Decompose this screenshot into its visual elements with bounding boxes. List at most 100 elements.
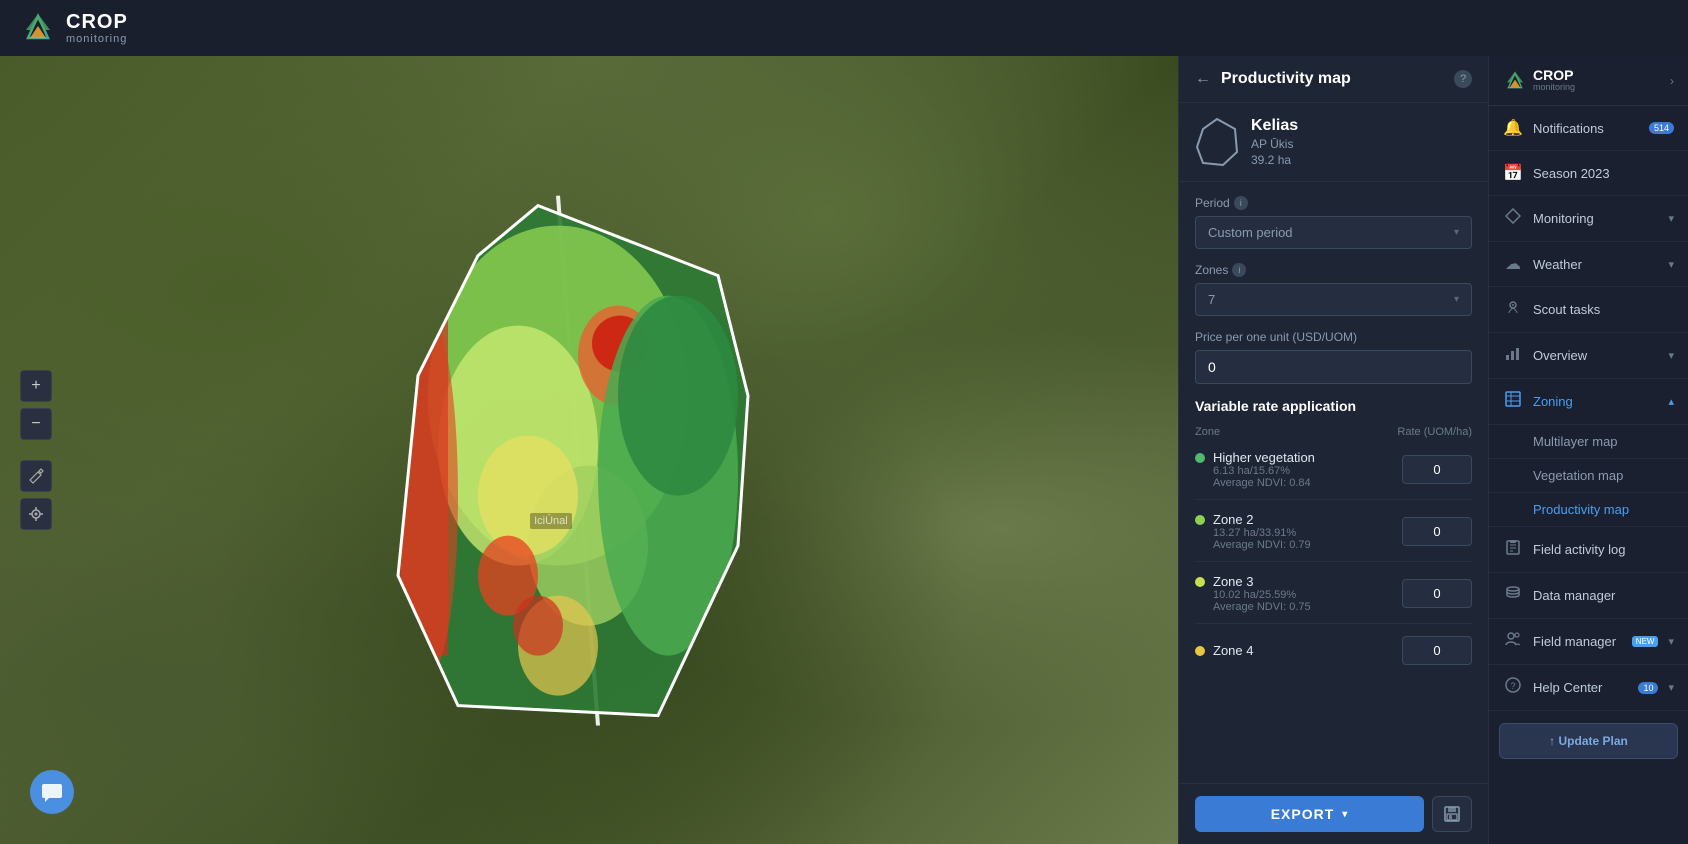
zone-info: Zone 4 — [1213, 643, 1253, 658]
sidebar-item-help-center[interactable]: ? Help Center 10 ▾ — [1489, 665, 1688, 711]
sidebar-monitoring-label: monitoring — [1533, 83, 1575, 93]
sidebar-item-label: Notifications — [1533, 121, 1639, 136]
sidebar-item-field-activity-log[interactable]: Field activity log — [1489, 527, 1688, 573]
zones-chevron-icon: ▾ — [1454, 294, 1459, 305]
update-plan-button[interactable]: ↑ Update Plan — [1499, 723, 1678, 759]
sidebar-item-label: Scout tasks — [1533, 302, 1674, 317]
sidebar-item-monitoring[interactable]: Monitoring ▾ — [1489, 196, 1688, 242]
zones-info-icon[interactable]: i — [1232, 263, 1246, 277]
bar-chart-icon — [1505, 345, 1521, 361]
panel-title: Productivity map — [1221, 70, 1444, 88]
zone-item: Zone 2 13.27 ha/33.91% Average NDVI: 0.7… — [1195, 512, 1472, 562]
sidebar-logo: CROP monitoring — [1503, 68, 1575, 93]
sidebar-collapse-chevron[interactable]: › — [1670, 74, 1674, 88]
right-sidebar: CROP monitoring › 🔔 Notifications 514 📅 … — [1488, 56, 1688, 844]
sub-item-multilayer-map[interactable]: Multilayer map — [1489, 425, 1688, 459]
zone-left: Higher vegetation 6.13 ha/15.67% Average… — [1195, 450, 1402, 489]
period-label: Period i — [1195, 196, 1472, 210]
sidebar-logo-text: CROP monitoring — [1533, 68, 1575, 93]
sidebar-item-zoning[interactable]: Zoning ▴ — [1489, 379, 1688, 425]
sidebar-item-season[interactable]: 📅 Season 2023 — [1489, 151, 1688, 196]
export-label: EXPORT — [1271, 806, 1335, 822]
sidebar-item-data-manager[interactable]: Data manager — [1489, 573, 1688, 619]
save-icon — [1443, 805, 1461, 823]
crop-logo-icon — [20, 10, 56, 46]
sidebar-item-field-manager[interactable]: Field manager NEW ▾ — [1489, 619, 1688, 665]
zone-rate-input[interactable] — [1402, 636, 1472, 665]
zone-ndvi: Average NDVI: 0.84 — [1213, 477, 1315, 489]
zone-stats: 10.02 ha/25.59% — [1213, 589, 1311, 601]
zone-row: Zone 2 13.27 ha/33.91% Average NDVI: 0.7… — [1195, 512, 1472, 551]
zone-info: Higher vegetation 6.13 ha/15.67% Average… — [1213, 450, 1315, 489]
logo-crop-label: CROP — [66, 11, 128, 33]
chevron-down-icon: ▾ — [1454, 227, 1459, 238]
field-svg — [358, 196, 778, 726]
zone-name: Zone 2 — [1213, 512, 1311, 527]
sidebar-item-weather[interactable]: ☁ Weather ▾ — [1489, 242, 1688, 287]
bell-icon: 🔔 — [1503, 118, 1523, 138]
export-button[interactable]: EXPORT ▾ — [1195, 796, 1424, 832]
zone-ndvi: Average NDVI: 0.79 — [1213, 539, 1311, 551]
save-button[interactable] — [1432, 796, 1472, 832]
app-header: CROP monitoring — [0, 0, 1688, 56]
cloud-icon: ☁ — [1503, 254, 1523, 274]
field-overlay — [358, 196, 778, 726]
sidebar-item-scout-tasks[interactable]: Scout tasks — [1489, 287, 1688, 333]
panel-header: ← Productivity map ? — [1179, 56, 1488, 103]
zone-info: Zone 3 10.02 ha/25.59% Average NDVI: 0.7… — [1213, 574, 1311, 613]
draw-tool-button[interactable] — [20, 460, 52, 492]
sidebar-item-notifications[interactable]: 🔔 Notifications 514 — [1489, 106, 1688, 151]
sidebar-logo-icon — [1503, 69, 1527, 93]
map-area[interactable]: IciŪnal + − — [0, 56, 1178, 844]
sidebar-item-label: Overview — [1533, 348, 1658, 363]
map-controls: + − — [20, 370, 52, 530]
zoning-icon — [1503, 391, 1523, 412]
zone-dot — [1195, 577, 1205, 587]
logo-area: CROP monitoring — [20, 10, 128, 46]
sub-item-label: Productivity map — [1533, 502, 1629, 517]
zone-ndvi: Average NDVI: 0.75 — [1213, 601, 1311, 613]
price-input[interactable]: 0 — [1195, 350, 1472, 384]
svg-text:?: ? — [1511, 681, 1516, 691]
zone-rate-input[interactable] — [1402, 517, 1472, 546]
sub-item-label: Vegetation map — [1533, 468, 1623, 483]
sidebar-item-overview[interactable]: Overview ▾ — [1489, 333, 1688, 379]
help-badge: 10 — [1638, 682, 1658, 694]
zoom-in-button[interactable]: + — [20, 370, 52, 402]
zone-left: Zone 2 13.27 ha/33.91% Average NDVI: 0.7… — [1195, 512, 1402, 551]
chevron-down-icon: ▾ — [1668, 635, 1674, 648]
period-info-icon[interactable]: i — [1234, 196, 1248, 210]
zone-name: Zone 4 — [1213, 643, 1253, 658]
overview-icon — [1503, 345, 1523, 366]
zone-dot — [1195, 515, 1205, 525]
chat-button[interactable] — [30, 770, 74, 814]
location-icon — [1505, 299, 1521, 315]
zone-dot — [1195, 646, 1205, 656]
zoom-out-button[interactable]: − — [20, 408, 52, 440]
zone-name: Higher vegetation — [1213, 450, 1315, 465]
period-row: Period i Custom period ▾ — [1195, 196, 1472, 249]
location-button[interactable] — [20, 498, 52, 530]
help-icon[interactable]: ? — [1454, 70, 1472, 88]
back-button[interactable]: ← — [1195, 70, 1211, 88]
sidebar-item-label: Weather — [1533, 257, 1658, 272]
sub-item-vegetation-map[interactable]: Vegetation map — [1489, 459, 1688, 493]
period-select[interactable]: Custom period ▾ — [1195, 216, 1472, 249]
sidebar-crop-label: CROP — [1533, 68, 1575, 83]
zones-select[interactable]: 7 ▾ — [1195, 283, 1472, 316]
monitoring-icon — [1503, 208, 1523, 229]
help-circle-icon: ? — [1503, 677, 1523, 698]
database-icon — [1503, 585, 1523, 606]
chevron-down-icon: ▾ — [1668, 681, 1674, 694]
zone-rate-input[interactable] — [1402, 579, 1472, 608]
zone-rate-input[interactable] — [1402, 455, 1472, 484]
chevron-up-icon: ▴ — [1668, 395, 1674, 408]
zone-info: Zone 2 13.27 ha/33.91% Average NDVI: 0.7… — [1213, 512, 1311, 551]
price-row: Price per one unit (USD/UOM) 0 — [1195, 330, 1472, 384]
main-content: IciŪnal + − — [0, 56, 1688, 844]
field-name: Kelias — [1251, 117, 1298, 135]
field-shape-icon — [1195, 117, 1239, 167]
sub-item-productivity-map[interactable]: Productivity map — [1489, 493, 1688, 527]
chevron-down-icon: ▾ — [1668, 349, 1674, 362]
productivity-panel: ← Productivity map ? Kelias AP Ūkis 39.2… — [1178, 56, 1488, 844]
